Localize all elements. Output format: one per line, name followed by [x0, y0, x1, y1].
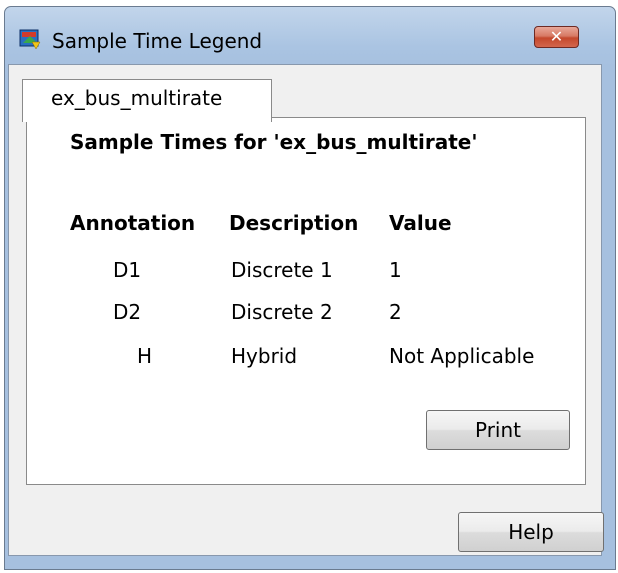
close-icon: ✕	[549, 27, 564, 46]
window-title: Sample Time Legend	[52, 29, 263, 53]
help-button[interactable]: Help	[458, 512, 604, 552]
row-3-annotation: H	[137, 344, 153, 368]
row-3-description: Hybrid	[231, 344, 298, 368]
close-button[interactable]: ✕	[534, 26, 579, 48]
panel-heading: Sample Times for 'ex_bus_multirate'	[70, 130, 478, 154]
row-1-value: 1	[389, 258, 402, 282]
row-2-annotation: D2	[113, 300, 142, 324]
row-2-value: 2	[389, 300, 402, 324]
row-1-annotation: D1	[113, 258, 142, 282]
row-1-description: Discrete 1	[231, 258, 333, 282]
column-header-annotation: Annotation	[70, 211, 196, 235]
tab-ex-bus-multirate[interactable]: ex_bus_multirate	[22, 79, 272, 122]
row-3-value: Not Applicable	[389, 344, 535, 368]
simulink-block-icon	[19, 29, 41, 50]
print-button[interactable]: Print	[426, 410, 570, 450]
column-header-value: Value	[389, 211, 452, 235]
column-header-description: Description	[229, 211, 359, 235]
row-2-description: Discrete 2	[231, 300, 333, 324]
